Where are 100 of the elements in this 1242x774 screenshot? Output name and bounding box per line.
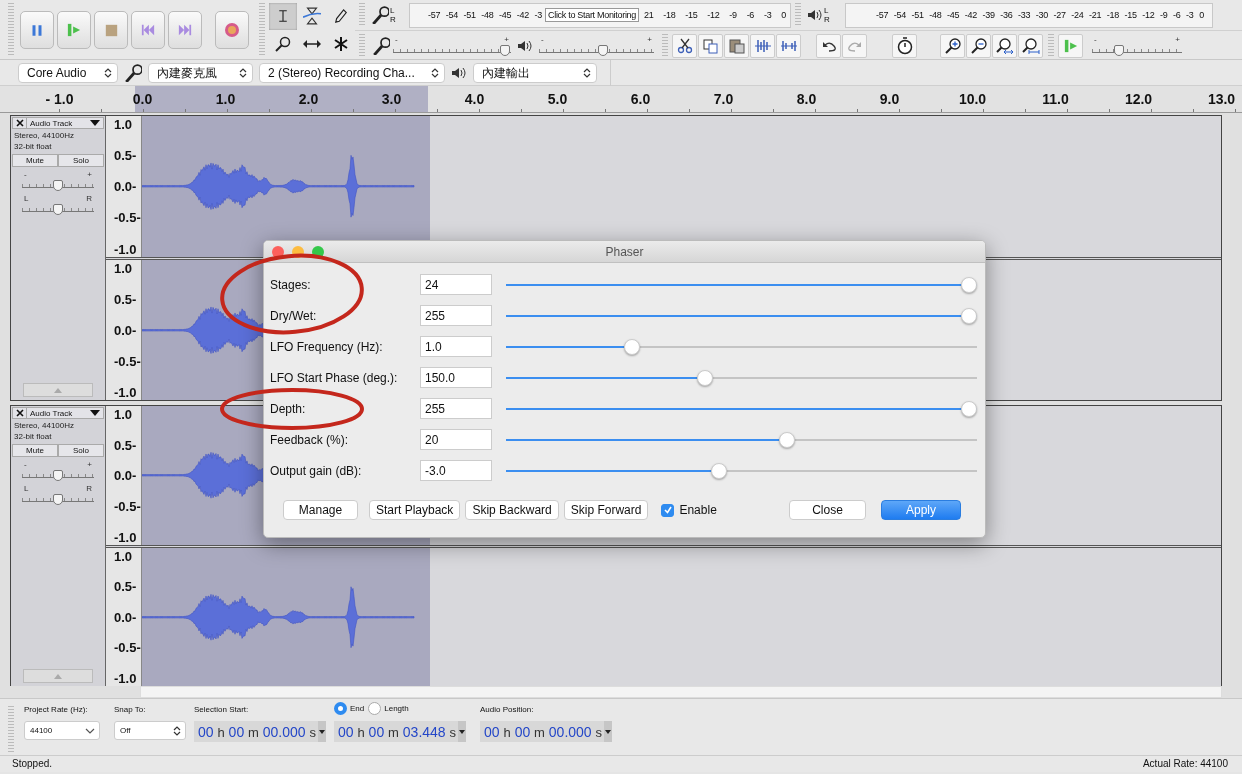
parameter-field[interactable]: -3.0 (420, 460, 492, 481)
pause-button[interactable] (20, 11, 54, 49)
record-button[interactable] (215, 11, 249, 49)
slider-thumb[interactable] (961, 276, 977, 293)
speaker-icon (807, 8, 823, 22)
zoom-in-button[interactable] (940, 33, 965, 58)
enable-checkbox[interactable]: Enable (661, 503, 717, 517)
slider-thumb[interactable] (1114, 44, 1124, 56)
cut-button[interactable] (672, 33, 697, 58)
parameter-slider[interactable] (506, 400, 977, 417)
snap-to-dropdown[interactable]: Off (114, 721, 186, 740)
undo-button[interactable] (816, 33, 841, 58)
dropdown-arrow-icon (319, 729, 325, 734)
slider-thumb[interactable] (961, 400, 977, 417)
window-close-button[interactable] (272, 245, 284, 258)
slider-thumb[interactable] (500, 44, 511, 56)
play-at-speed-button[interactable] (1058, 33, 1083, 58)
recording-channels-dropdown[interactable]: 2 (Stereo) Recording Cha... (259, 63, 445, 83)
asterisk-icon (333, 36, 349, 52)
parameter-field[interactable]: 20 (420, 429, 492, 450)
time-label: - 1.0 (45, 91, 74, 107)
channel-label: L (824, 6, 830, 15)
amplitude-label: 1.0 (114, 548, 134, 564)
parameter-field[interactable]: 150.0 (420, 367, 492, 388)
dialog-button[interactable]: Start Playback (369, 500, 461, 520)
slider-thumb[interactable] (697, 369, 714, 386)
meter-scale-label: -3 (534, 10, 542, 20)
dialog-button[interactable]: Skip Forward (563, 500, 649, 520)
parameter-slider[interactable] (506, 276, 977, 293)
slider-thumb[interactable] (598, 44, 609, 56)
play-button[interactable] (57, 11, 91, 49)
dialog-button[interactable]: Skip Backward (465, 500, 559, 520)
time-label: 12.0 (1124, 91, 1153, 107)
audio-host-dropdown[interactable]: Core Audio (18, 63, 118, 83)
zoom-out-icon (970, 37, 987, 54)
audio-position-label: Audio Position: (480, 703, 535, 715)
meter-scale-label: -33 (1018, 10, 1031, 20)
playback-device-dropdown[interactable]: 內建輸出 (473, 63, 597, 83)
time-field[interactable]: 00 h 00 m 00.000 s (194, 721, 326, 742)
paste-button[interactable] (724, 33, 749, 58)
time-label: 6.0 (630, 91, 651, 107)
copy-icon (702, 37, 719, 54)
fit-selection-button[interactable] (992, 33, 1017, 58)
silence-button[interactable] (776, 33, 801, 58)
slider-thumb[interactable] (53, 204, 63, 215)
recording-device-dropdown[interactable]: 內建麥克風 (148, 63, 253, 83)
mute-button[interactable]: Mute (12, 154, 58, 167)
horizontal-scrollbar[interactable] (140, 686, 1222, 698)
parameter-slider[interactable] (506, 338, 977, 355)
radio-button[interactable]: Length (368, 701, 409, 715)
parameter-slider[interactable] (506, 462, 977, 479)
parameter-slider[interactable] (506, 307, 977, 324)
meter-scale-label: -36 (1000, 10, 1013, 20)
fit-project-button[interactable] (1018, 33, 1043, 58)
amplitude-label: 0.5- (114, 291, 138, 307)
slider-thumb[interactable] (53, 180, 63, 191)
chevron-down-icon (85, 727, 95, 734)
time-field[interactable]: 00 h 00 m 03.448 s (334, 721, 467, 742)
parameter-slider[interactable] (506, 369, 977, 386)
amplitude-label: 0.5- (114, 148, 138, 164)
recording-volume-slider[interactable] (393, 44, 511, 56)
skip-to-end-button[interactable] (168, 11, 202, 49)
parameter-field[interactable]: 1.0 (420, 336, 492, 357)
meter-scale-label: -57 (428, 10, 441, 20)
time-label: 13.0 (1207, 91, 1236, 107)
slider-thumb[interactable] (779, 431, 795, 448)
skip-to-start-button[interactable] (131, 11, 165, 49)
parameter-field[interactable]: 24 (420, 274, 492, 295)
zoom-in-icon (944, 37, 961, 54)
undo-icon (821, 39, 836, 52)
amplitude-label: -0.5- (114, 210, 141, 226)
time-field[interactable]: 00 h 00 m 00.000 s (480, 721, 613, 742)
parameter-field[interactable]: 255 (420, 398, 492, 419)
parameter-slider[interactable] (506, 431, 977, 448)
radio-button[interactable]: End (334, 701, 365, 715)
text-cursor-icon (277, 7, 289, 25)
close-button[interactable]: Close (789, 500, 866, 520)
slider-max-label: + (87, 461, 92, 469)
slider-thumb[interactable] (624, 338, 641, 355)
sync-lock-button[interactable] (892, 33, 917, 58)
time-label: 8.0 (796, 91, 817, 107)
slider-thumb[interactable] (961, 307, 977, 324)
stop-icon (104, 23, 118, 37)
slider-thumb[interactable] (53, 470, 63, 481)
solo-button[interactable]: Solo (58, 444, 104, 457)
slider-thumb[interactable] (710, 462, 727, 479)
meter-scale-label: -9 (1160, 10, 1168, 20)
mute-button[interactable]: Mute (12, 444, 58, 457)
slider-thumb[interactable] (53, 494, 63, 505)
slider-max-label: R (86, 195, 92, 203)
zoom-out-button[interactable] (966, 33, 991, 58)
meter-scale-label: 21 (644, 10, 654, 20)
parameter-field[interactable]: 255 (420, 305, 492, 326)
slider-max-label: + (1175, 35, 1180, 44)
project-rate-dropdown[interactable]: 44100 (24, 721, 100, 740)
slider-min-label: - (541, 35, 544, 44)
solo-button[interactable]: Solo (58, 154, 104, 167)
dialog-button[interactable]: Manage (283, 500, 358, 520)
stop-button[interactable] (94, 11, 128, 49)
trim-button[interactable] (750, 33, 775, 58)
